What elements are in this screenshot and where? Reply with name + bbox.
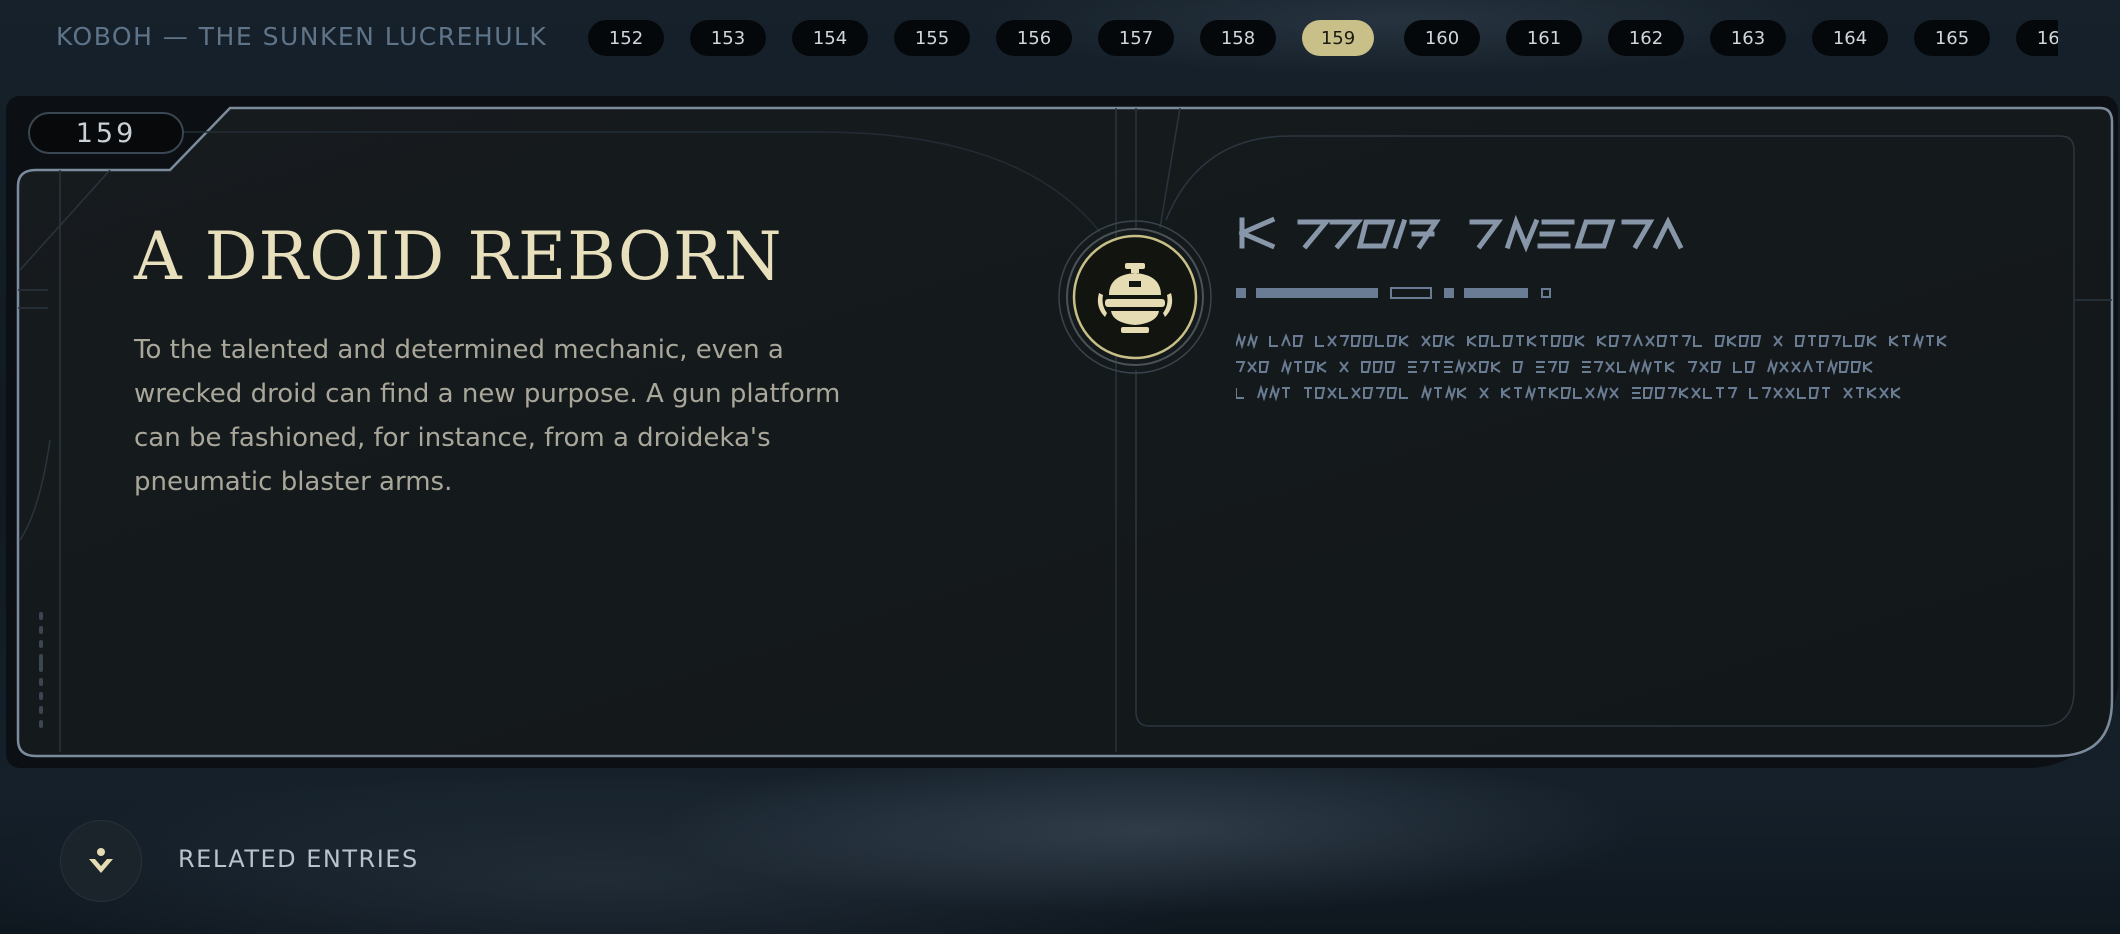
entry-number-badge: 159 [28, 112, 184, 154]
droideka-icon [1058, 220, 1212, 374]
aurebesh-body-text [1236, 332, 1947, 402]
aurebesh-title [1238, 214, 1684, 253]
related-entries-icon [89, 848, 113, 873]
entry-title: A DROID REBORN [134, 218, 783, 295]
aurebesh-divider [1236, 287, 1551, 299]
related-entries-label[interactable]: RELATED ENTRIES [178, 845, 419, 873]
entry-description: To the talented and determined mechanic,… [134, 335, 841, 497]
related-entries-button[interactable] [60, 820, 142, 902]
